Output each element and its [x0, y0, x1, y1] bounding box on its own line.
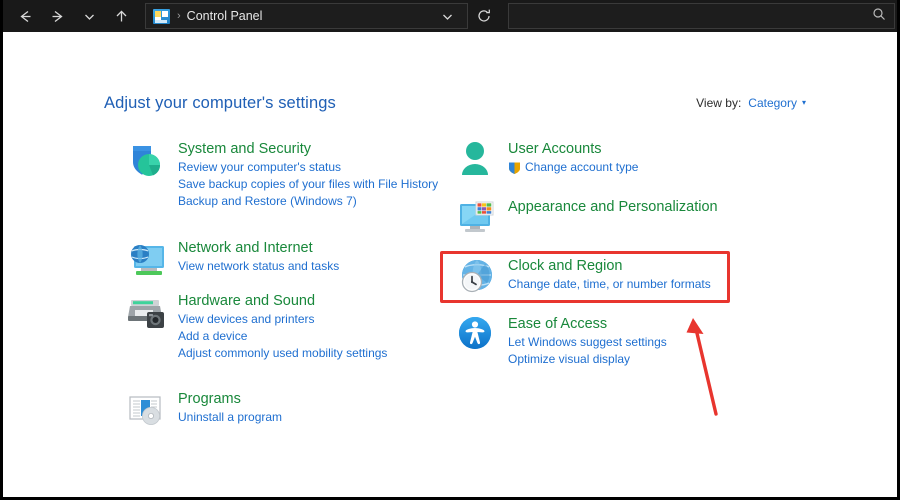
chevron-down-icon — [82, 9, 97, 24]
category-title[interactable]: Clock and Region — [508, 257, 711, 275]
category-column-left: System and Security Review your computer… — [125, 138, 455, 440]
category-link[interactable]: Add a device — [178, 328, 387, 345]
category-link[interactable]: Change date, time, or number formats — [508, 276, 711, 293]
shield-icon — [125, 138, 169, 182]
printer-icon — [125, 290, 169, 334]
arrow-right-icon — [49, 8, 66, 25]
category-title[interactable]: User Accounts — [508, 140, 638, 158]
control-panel-content: Adjust your computer's settings View by:… — [3, 32, 897, 497]
view-by-value[interactable]: Category — [748, 96, 797, 110]
page-title: Adjust your computer's settings — [104, 94, 336, 113]
category-link[interactable]: Adjust commonly used mobility settings — [178, 345, 387, 362]
recent-locations-button[interactable] — [73, 2, 105, 30]
breadcrumb-separator: › — [177, 10, 181, 22]
refresh-icon — [476, 8, 492, 24]
control-panel-icon — [153, 9, 170, 24]
search-box[interactable] — [508, 3, 895, 29]
category-user-accounts[interactable]: User Accounts Change account type — [455, 138, 785, 182]
category-body: Network and Internet View network status… — [178, 237, 339, 275]
arrow-up-icon — [113, 8, 130, 25]
breadcrumb-control-panel[interactable]: Control Panel — [187, 9, 263, 23]
category-link[interactable]: Optimize visual display — [508, 351, 667, 368]
programs-disc-icon — [125, 388, 169, 432]
category-hardware-and-sound[interactable]: Hardware and Sound View devices and prin… — [125, 290, 455, 362]
category-title[interactable]: Ease of Access — [508, 315, 667, 333]
category-ease-of-access[interactable]: Ease of Access Let Windows suggest setti… — [455, 313, 785, 368]
accessibility-icon — [455, 313, 499, 357]
category-link[interactable]: Save backup copies of your files with Fi… — [178, 176, 438, 193]
user-icon — [455, 138, 499, 182]
category-title[interactable]: Network and Internet — [178, 239, 339, 257]
category-title[interactable]: Appearance and Personalization — [508, 198, 718, 216]
chevron-down-icon — [440, 9, 455, 24]
title-bar: › Control Panel — [3, 0, 897, 32]
category-network-and-internet[interactable]: Network and Internet View network status… — [125, 237, 455, 281]
category-title[interactable]: System and Security — [178, 140, 438, 158]
category-programs[interactable]: Programs Uninstall a program — [125, 388, 455, 432]
control-panel-window: › Control Panel — [0, 0, 900, 500]
category-clock-and-region[interactable]: Clock and Region Change date, time, or n… — [455, 255, 785, 299]
up-button[interactable] — [105, 2, 137, 30]
chevron-down-icon[interactable]: ▾ — [802, 99, 806, 107]
category-system-and-security[interactable]: System and Security Review your computer… — [125, 138, 455, 210]
search-icon — [872, 7, 886, 26]
category-body: User Accounts Change account type — [508, 138, 638, 176]
back-button[interactable] — [9, 2, 41, 30]
category-body: Clock and Region Change date, time, or n… — [508, 255, 711, 293]
category-link-row[interactable]: Change account type — [508, 159, 638, 176]
network-monitor-icon — [125, 237, 169, 281]
category-link[interactable]: Uninstall a program — [178, 409, 282, 426]
category-link[interactable]: View network status and tasks — [178, 258, 339, 275]
category-title[interactable]: Programs — [178, 390, 282, 408]
refresh-button[interactable] — [468, 2, 500, 30]
category-body: Hardware and Sound View devices and prin… — [178, 290, 387, 362]
appearance-monitor-icon — [455, 196, 499, 240]
category-body: Appearance and Personalization — [508, 196, 718, 217]
address-dropdown-button[interactable] — [431, 2, 463, 30]
view-by-label: View by: — [696, 96, 741, 110]
category-appearance-and-personalization[interactable]: Appearance and Personalization — [455, 196, 785, 240]
category-link[interactable]: Let Windows suggest settings — [508, 334, 667, 351]
category-link[interactable]: Change account type — [525, 159, 638, 176]
category-link[interactable]: Review your computer's status — [178, 159, 438, 176]
category-link[interactable]: View devices and printers — [178, 311, 387, 328]
category-body: System and Security Review your computer… — [178, 138, 438, 210]
arrow-left-icon — [17, 8, 34, 25]
address-bar-tools — [431, 2, 463, 30]
search-input[interactable] — [509, 8, 872, 24]
category-body: Programs Uninstall a program — [178, 388, 282, 426]
address-bar[interactable]: › Control Panel — [145, 3, 468, 29]
category-body: Ease of Access Let Windows suggest setti… — [508, 313, 667, 368]
uac-shield-icon — [508, 161, 521, 175]
clock-globe-icon — [455, 255, 499, 299]
category-link[interactable]: Backup and Restore (Windows 7) — [178, 193, 438, 210]
view-by-control: View by: Category ▾ — [696, 96, 806, 110]
forward-button[interactable] — [41, 2, 73, 30]
category-title[interactable]: Hardware and Sound — [178, 292, 387, 310]
category-column-right: User Accounts Change account type — [455, 138, 785, 376]
